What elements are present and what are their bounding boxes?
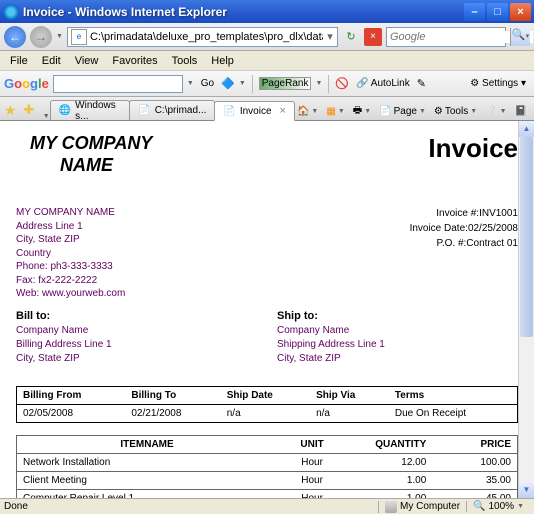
address-dropdown[interactable]: ▾ — [323, 30, 337, 43]
pagerank-button[interactable]: PageRank — [259, 77, 312, 90]
add-favorite-icon[interactable]: ✚ — [23, 102, 38, 120]
autofill-icon[interactable]: ✎ — [417, 77, 426, 90]
back-button[interactable]: ← — [4, 26, 26, 48]
from-address: MY COMPANY NAME Address Line 1 City, Sta… — [16, 206, 267, 301]
scroll-down-button[interactable]: ▼ — [519, 482, 534, 498]
navigation-bar: ← → ▼ e ▾ ↻ × 🔍▾ — [0, 23, 534, 51]
go-button[interactable]: Go — [198, 78, 217, 89]
page-icon: e — [71, 29, 87, 45]
tab-invoice[interactable]: 📄 Invoice × — [214, 101, 295, 121]
scroll-thumb[interactable] — [520, 137, 533, 337]
shipping-info-table: Billing From Billing To Ship Date Ship V… — [16, 386, 518, 423]
tab-label: C:\primad... — [155, 105, 207, 116]
window-close-button[interactable]: × — [510, 3, 531, 21]
help-button[interactable]: ❔▼ — [482, 106, 509, 117]
tab-icon: 🌐 — [59, 105, 71, 116]
tab-close-button[interactable]: × — [280, 105, 286, 117]
tab-icon: 📄 — [223, 106, 235, 117]
menu-file[interactable]: File — [4, 53, 34, 69]
window-titlebar: Invoice - Windows Internet Explorer – □ … — [0, 0, 534, 23]
page-button[interactable]: 📄Page▼ — [376, 106, 429, 117]
tab-bar: ★ ✚ ▼ 🌐 Windows s... 📄 C:\primad... 📄 In… — [0, 97, 534, 121]
scroll-up-button[interactable]: ▲ — [519, 121, 534, 137]
zone-icon — [385, 501, 397, 513]
invoice-meta: Invoice #:INV1001 Invoice Date:02/25/200… — [267, 206, 518, 309]
menu-view[interactable]: View — [69, 53, 105, 69]
address-input[interactable] — [90, 31, 323, 43]
status-bar: Done My Computer 🔍 100% ▼ — [0, 498, 534, 514]
google-logo: Google — [4, 76, 49, 91]
status-text: Done — [4, 501, 352, 512]
window-minimize-button[interactable]: – — [464, 3, 485, 21]
popup-blocker-icon[interactable]: 🚫 — [335, 77, 349, 90]
forward-button[interactable]: → — [30, 26, 52, 48]
zoom-control[interactable]: 🔍 100% ▼ — [466, 501, 530, 512]
tools-button[interactable]: ⚙Tools▼ — [431, 106, 480, 117]
invoice-title: Invoice — [428, 133, 518, 164]
favorites-star-icon[interactable]: ★ — [4, 102, 19, 120]
table-row: Computer Repair Level 1 Hour 1.00 45.00 — [17, 490, 518, 498]
history-dropdown[interactable]: ▼ — [56, 33, 63, 40]
print-button[interactable]: 🖶▼ — [350, 103, 374, 120]
table-row: Client Meeting Hour 1.00 35.00 — [17, 472, 518, 490]
window-maximize-button[interactable]: □ — [487, 3, 508, 21]
research-button[interactable]: 📓 — [512, 106, 530, 117]
ie-icon — [3, 4, 19, 20]
command-bar: 🏠▼ ▦▼ 🖶▼ 📄Page▼ ⚙Tools▼ ❔▼ 📓 — [294, 103, 530, 120]
menu-favorites[interactable]: Favorites — [106, 53, 163, 69]
menu-edit[interactable]: Edit — [36, 53, 67, 69]
stop-button[interactable]: × — [364, 28, 382, 46]
company-name-header: MY COMPANY NAME — [30, 133, 152, 176]
google-search-input[interactable] — [53, 75, 183, 93]
window-title: Invoice - Windows Internet Explorer — [23, 5, 464, 19]
vertical-scrollbar[interactable]: ▲ ▼ — [518, 121, 534, 498]
refresh-button[interactable]: ↻ — [342, 28, 360, 46]
tab-windows[interactable]: 🌐 Windows s... — [50, 100, 131, 120]
autolink-button[interactable]: 🔗 AutoLink — [353, 78, 413, 89]
tab-primadata[interactable]: 📄 C:\primad... — [129, 100, 215, 120]
line-items-table: ITEMNAME UNIT QUANTITY PRICE Network Ins… — [16, 435, 518, 498]
content-area: MY COMPANY NAME Invoice MY COMPANY NAME … — [0, 121, 534, 498]
bill-to-block: Bill to: Company Name Billing Address Li… — [16, 309, 257, 366]
go-icon[interactable]: 🔷 — [221, 77, 235, 90]
browser-search-box[interactable] — [386, 27, 506, 47]
menu-tools[interactable]: Tools — [166, 53, 204, 69]
tab-label: Invoice — [240, 106, 272, 117]
google-toolbar: Google ▼ Go 🔷 ▼ PageRank ▼ 🚫 🔗 AutoLink … — [0, 71, 534, 97]
address-bar[interactable]: e ▾ — [67, 27, 338, 47]
toolbar-settings[interactable]: ⚙ Settings ▾ — [466, 78, 530, 89]
zoom-icon: 🔍 — [473, 501, 485, 512]
table-row: Network Installation Hour 12.00 100.00 — [17, 454, 518, 472]
home-button[interactable]: 🏠▼ — [294, 106, 321, 117]
search-button[interactable]: 🔍▾ — [510, 28, 530, 46]
google-search-dropdown[interactable]: ▼ — [187, 80, 194, 87]
security-zone[interactable]: My Computer — [378, 501, 466, 513]
tab-icon: 📄 — [138, 105, 150, 116]
menu-bar: File Edit View Favorites Tools Help — [0, 51, 534, 71]
feeds-button[interactable]: ▦▼ — [323, 106, 347, 117]
ship-to-block: Ship to: Company Name Shipping Address L… — [277, 309, 518, 366]
tab-label: Windows s... — [75, 100, 121, 122]
menu-help[interactable]: Help — [205, 53, 240, 69]
